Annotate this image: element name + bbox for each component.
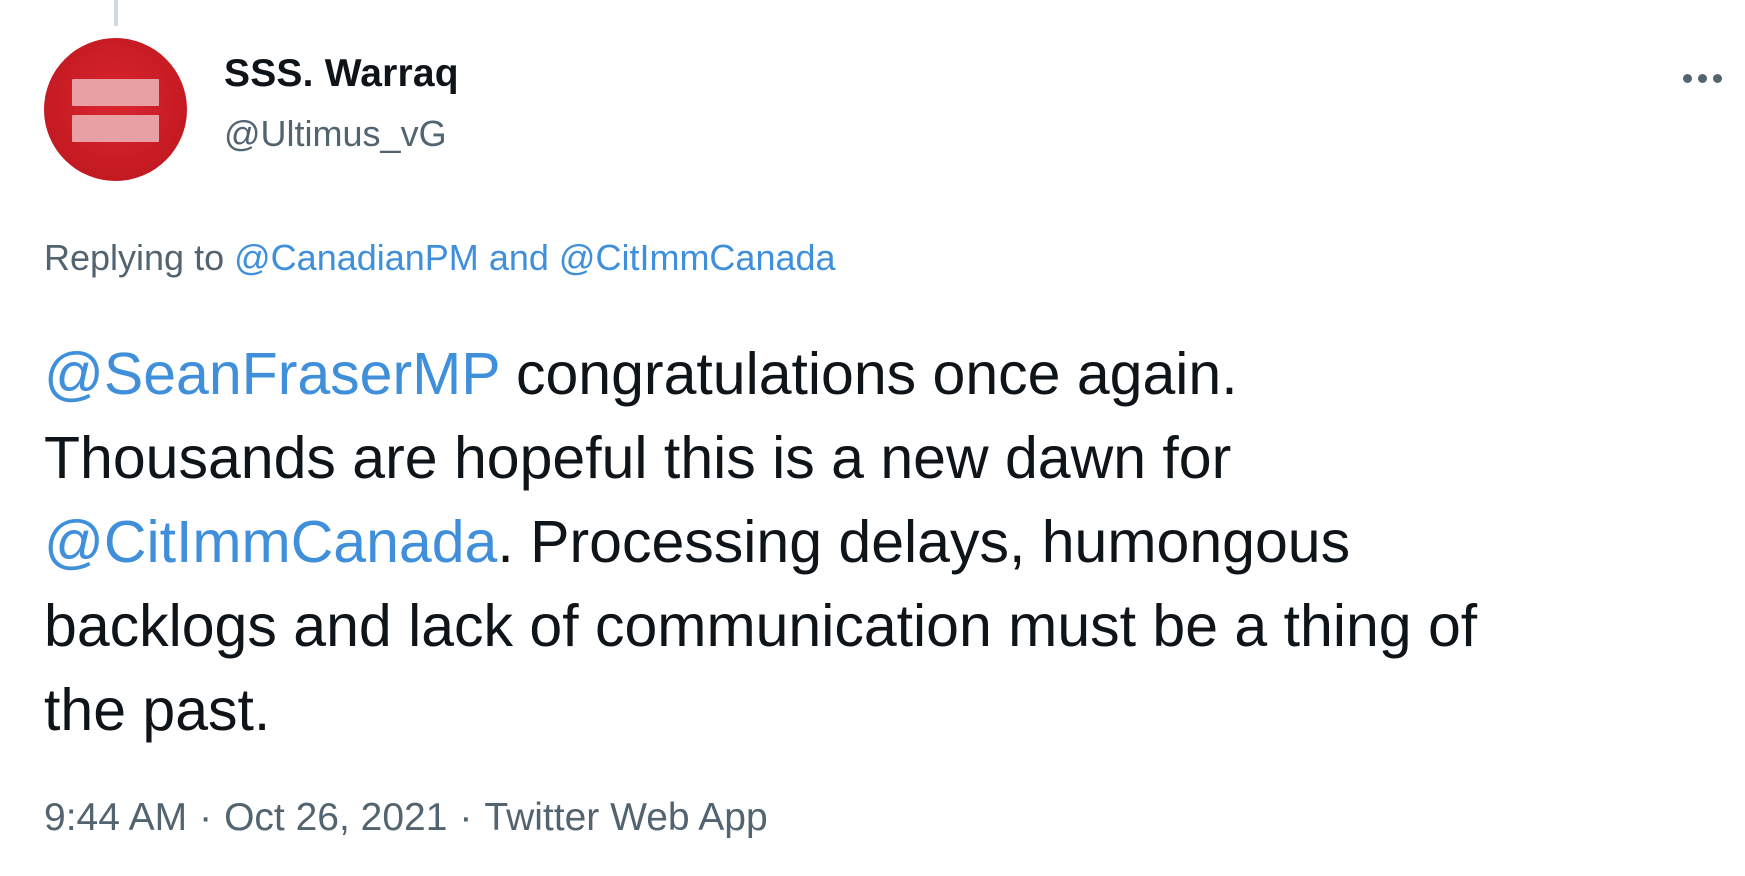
tweet-date[interactable]: Oct 26, 2021 (224, 796, 447, 839)
more-options-icon (1683, 73, 1692, 83)
tweet-line: @CitImmCanada. Processing delays, humong… (44, 500, 1744, 584)
equality-sign-bottom-bar (72, 115, 159, 142)
replying-to-prefix: Replying to (44, 237, 225, 278)
mention-link-canadianpm[interactable]: @CanadianPM (234, 237, 479, 278)
meta-separator: · (459, 796, 473, 839)
mention-link-citimmcanada-body[interactable]: @CitImmCanada (44, 509, 497, 575)
tweet-text-segment: backlogs and lack of communication must … (44, 593, 1478, 659)
more-options-icon (1698, 73, 1707, 83)
more-options-icon (1713, 73, 1722, 83)
meta-separator: · (199, 796, 213, 839)
tweet-text-segment: . Processing delays, humongous (497, 509, 1351, 575)
tweet-text: @SeanFraserMP congratulations once again… (44, 332, 1744, 752)
mention-link-citimmcanada[interactable]: @CitImmCanada (559, 237, 836, 278)
tweet-line: backlogs and lack of communication must … (44, 584, 1744, 668)
tweet-text-segment: Thousands are hopeful this is a new dawn… (44, 425, 1232, 491)
tweet-time[interactable]: 9:44 AM (44, 796, 187, 839)
thread-connector-line (114, 0, 118, 26)
mention-link-seanfrasermp[interactable]: @SeanFraserMP (44, 341, 500, 407)
tweet-line: the past. (44, 668, 1744, 752)
tweet-text-segment: congratulations once again. (499, 341, 1238, 407)
tweet-line: @SeanFraserMP congratulations once again… (44, 332, 1744, 416)
author-handle[interactable]: @Ultimus_vG (224, 113, 447, 155)
replying-to-conjunction[interactable]: and (489, 237, 549, 278)
avatar[interactable] (44, 38, 187, 181)
replying-to-line: Replying to @CanadianPM and @CitImmCanad… (44, 237, 836, 279)
tweet-metadata: 9:44 AM · Oct 26, 2021 · Twitter Web App (44, 796, 768, 840)
more-options-button[interactable] (1683, 58, 1743, 98)
tweet-text-segment: the past. (44, 677, 271, 743)
tweet-source[interactable]: Twitter Web App (484, 796, 767, 839)
author-display-name[interactable]: SSS. Warraq (224, 52, 459, 96)
equality-sign-top-bar (72, 79, 159, 106)
tweet-line: Thousands are hopeful this is a new dawn… (44, 416, 1744, 500)
